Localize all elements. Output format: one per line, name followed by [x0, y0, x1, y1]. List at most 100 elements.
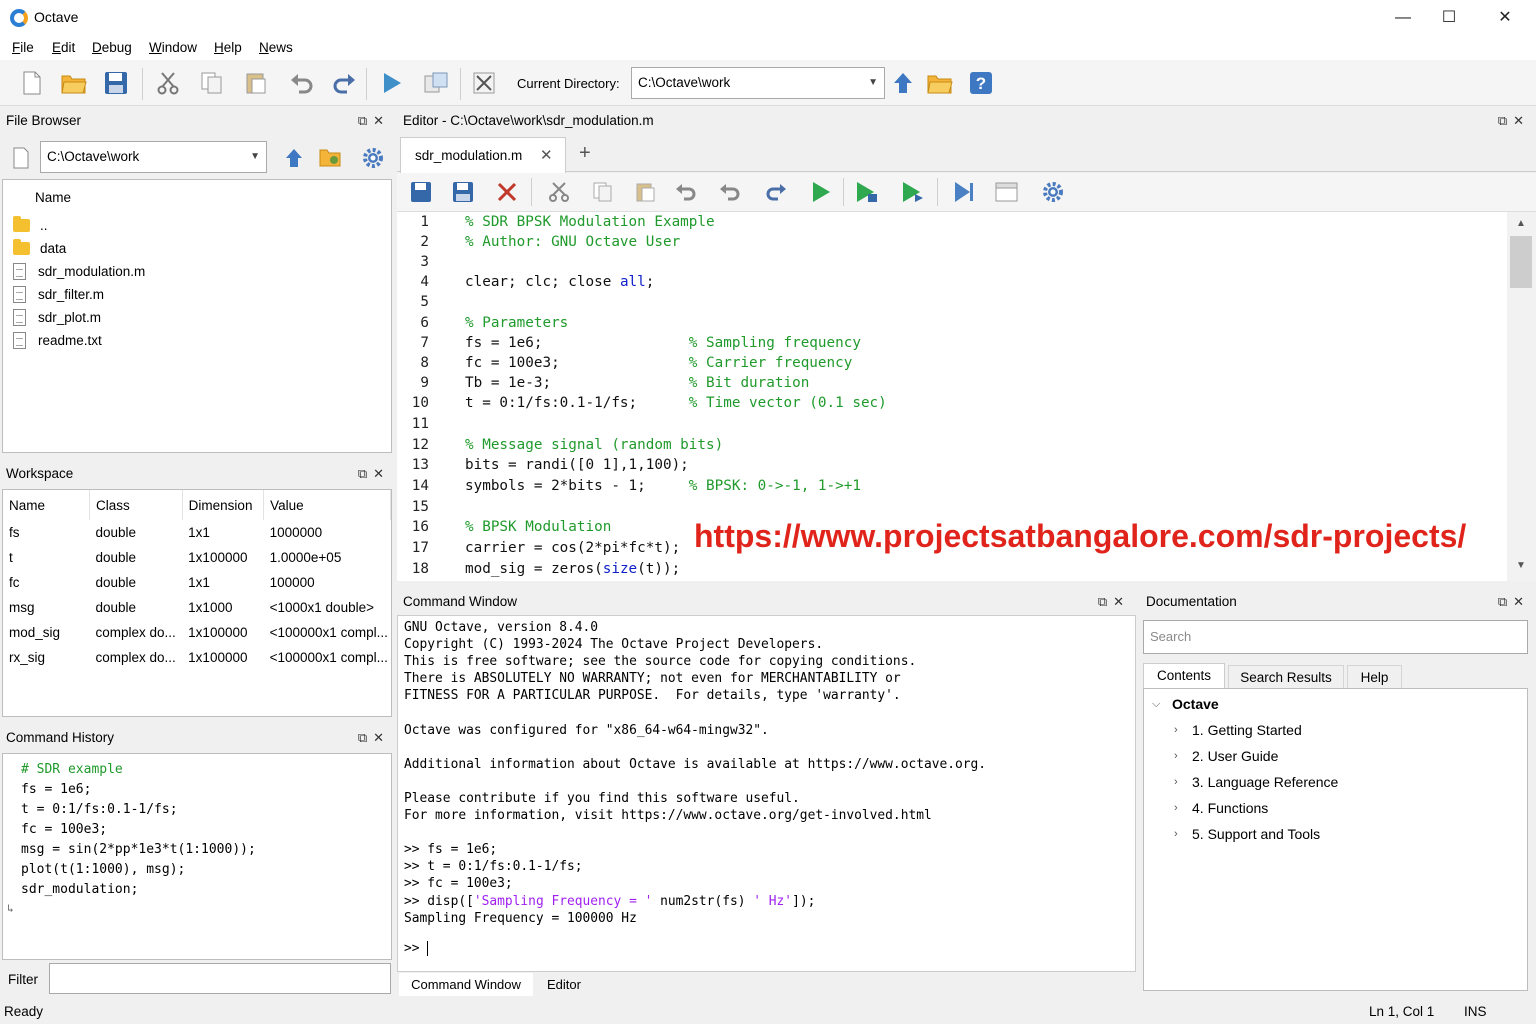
undo-all-icon[interactable] — [717, 178, 745, 206]
history-entry[interactable]: fc = 100e3; — [21, 822, 391, 842]
cut-icon[interactable] — [154, 69, 182, 97]
chevron-up-icon[interactable]: ▲ — [1516, 218, 1526, 229]
doc-tree-item[interactable]: › 4. Functions — [1152, 795, 1527, 821]
save-icon[interactable] — [449, 178, 477, 206]
save-icon[interactable] — [102, 69, 130, 97]
tab-editor[interactable]: Editor — [547, 973, 581, 996]
step-icon[interactable] — [949, 178, 977, 206]
menu-window[interactable]: Window — [149, 40, 197, 55]
menu-debug[interactable]: Debug — [92, 40, 132, 55]
up-directory-icon[interactable] — [285, 148, 303, 171]
copy-icon[interactable] — [198, 69, 226, 97]
run-icon[interactable] — [378, 69, 406, 97]
paste-icon[interactable] — [631, 178, 659, 206]
file-browser-path-combo[interactable]: C:\Octave\work ▼ — [40, 141, 267, 173]
file-browser-item[interactable]: sdr_modulation.m — [3, 260, 391, 283]
new-tab-button[interactable]: + — [579, 142, 591, 165]
console-prompt[interactable]: >> — [404, 940, 1135, 958]
help-icon[interactable]: ? — [967, 69, 995, 97]
folder-icon — [13, 216, 30, 232]
undo-icon[interactable] — [288, 69, 316, 97]
paste-icon[interactable] — [242, 69, 270, 97]
editor-scrollbar[interactable]: ▲ ▼ — [1507, 212, 1536, 581]
menu-file[interactable]: File — [12, 40, 34, 55]
file-browser-list: Name .. data sdr_modulation.m sdr_filter.m s… — [2, 179, 392, 453]
tab-command-window[interactable]: Command Window — [399, 973, 533, 996]
workspace-column-header[interactable]: Class — [89, 490, 183, 520]
menu-news[interactable]: News — [259, 40, 293, 55]
editor-tab-label: sdr_modulation.m — [415, 148, 523, 163]
table-row[interactable]: rx_sig complex do... 1x100000 <100000x1 com… — [3, 645, 391, 670]
current-directory-combo[interactable]: C:\Octave\work ▼ — [631, 67, 885, 99]
history-entry[interactable]: plot(t(1:1000), msg); — [21, 862, 391, 882]
table-row[interactable]: msg double 1x1000 <1000x1 double> — [3, 595, 391, 620]
doc-tree-item[interactable]: › 5. Support and Tools — [1152, 821, 1527, 847]
panel-dock-close-icons[interactable]: ⧉✕ — [358, 108, 390, 134]
file-browser-item[interactable]: readme.txt — [3, 329, 391, 352]
file-browser-item[interactable]: .. — [3, 214, 391, 237]
tools-icon[interactable] — [470, 69, 498, 97]
workspace-column-header[interactable]: Value — [263, 490, 391, 520]
file-browser-item[interactable]: sdr_plot.m — [3, 306, 391, 329]
new-file-icon[interactable] — [12, 147, 30, 172]
history-entry[interactable]: t = 0:1/fs:0.1-1/fs; — [21, 802, 391, 822]
open-folder-icon[interactable] — [60, 69, 88, 97]
tab-help[interactable]: Help — [1347, 665, 1402, 689]
documentation-search-input[interactable]: Search — [1143, 620, 1528, 654]
run-advance-icon[interactable] — [899, 178, 927, 206]
history-entry[interactable]: sdr_modulation; — [21, 882, 391, 902]
close-tab-icon[interactable]: ✕ — [540, 146, 553, 164]
filter-input[interactable] — [49, 963, 391, 994]
redo-icon[interactable] — [761, 178, 789, 206]
new-file-icon[interactable] — [407, 178, 435, 206]
workspace-column-header[interactable]: Dimension — [182, 490, 265, 520]
copy-icon[interactable] — [589, 178, 617, 206]
close-button[interactable]: ✕ — [1482, 4, 1528, 32]
panel-dock-close-icons[interactable]: ⧉✕ — [358, 725, 390, 751]
history-entry[interactable]: fs = 1e6; — [21, 782, 391, 802]
tab-search-results[interactable]: Search Results — [1228, 665, 1344, 689]
undo-icon[interactable] — [673, 178, 701, 206]
workspace-icon[interactable] — [422, 69, 450, 97]
panel-dock-close-icons[interactable]: ⧉✕ — [1498, 589, 1530, 615]
file-browser-item[interactable]: sdr_filter.m — [3, 283, 391, 306]
table-row[interactable]: fc double 1x1 100000 — [3, 570, 391, 595]
file-browser-item[interactable]: data — [3, 237, 391, 260]
cut-icon[interactable] — [545, 178, 573, 206]
minimize-button[interactable]: — — [1380, 4, 1426, 32]
workspace-cell: 1x1 — [188, 525, 210, 540]
gear-icon[interactable] — [362, 147, 384, 172]
run-file-icon[interactable] — [807, 178, 835, 206]
menu-help[interactable]: Help — [214, 40, 242, 55]
close-file-icon[interactable] — [493, 178, 521, 206]
gear-icon[interactable] — [1039, 178, 1067, 206]
chevron-down-icon[interactable]: ▼ — [1516, 560, 1526, 571]
folder-settings-icon[interactable] — [319, 147, 341, 170]
breakpoint-window-icon[interactable] — [993, 178, 1021, 206]
parent-directory-icon[interactable] — [889, 69, 917, 97]
doc-tree-item[interactable]: › 2. User Guide — [1152, 743, 1527, 769]
panel-dock-close-icons[interactable]: ⧉✕ — [358, 461, 390, 487]
workspace-column-header[interactable]: Name — [3, 490, 90, 520]
panel-dock-close-icons[interactable]: ⧉✕ — [1498, 108, 1530, 134]
history-entry[interactable]: msg = sin(2*pp*1e3*t(1:1000)); — [21, 842, 391, 862]
table-row[interactable]: mod_sig complex do... 1x100000 <100000x1 co… — [3, 620, 391, 645]
editor-tab[interactable]: sdr_modulation.m ✕ — [400, 137, 566, 173]
history-entry[interactable]: # SDR example — [21, 762, 391, 782]
doc-tree-item[interactable]: › 1. Getting Started — [1152, 717, 1527, 743]
browse-folder-icon[interactable] — [926, 69, 954, 97]
editor-scrollbar-thumb[interactable] — [1510, 236, 1532, 288]
table-row[interactable]: t double 1x100000 1.0000e+05 — [3, 545, 391, 570]
redo-icon[interactable] — [330, 69, 358, 97]
run-section-icon[interactable] — [853, 178, 881, 206]
command-window-console[interactable]: GNU Octave, version 8.4.0 Copyright (C) 1… — [397, 615, 1136, 972]
line-number: 10 — [411, 394, 429, 411]
panel-dock-close-icons[interactable]: ⧉✕ — [1098, 589, 1130, 615]
table-row[interactable]: fs double 1x1 1000000 — [3, 520, 391, 545]
doc-tree-root[interactable]: ⌵ Octave — [1152, 691, 1527, 717]
new-file-icon[interactable] — [18, 69, 46, 97]
tab-contents[interactable]: Contents — [1143, 663, 1225, 689]
maximize-button[interactable]: ☐ — [1426, 4, 1472, 32]
menu-edit[interactable]: Edit — [52, 40, 75, 55]
doc-tree-item[interactable]: › 3. Language Reference — [1152, 769, 1527, 795]
